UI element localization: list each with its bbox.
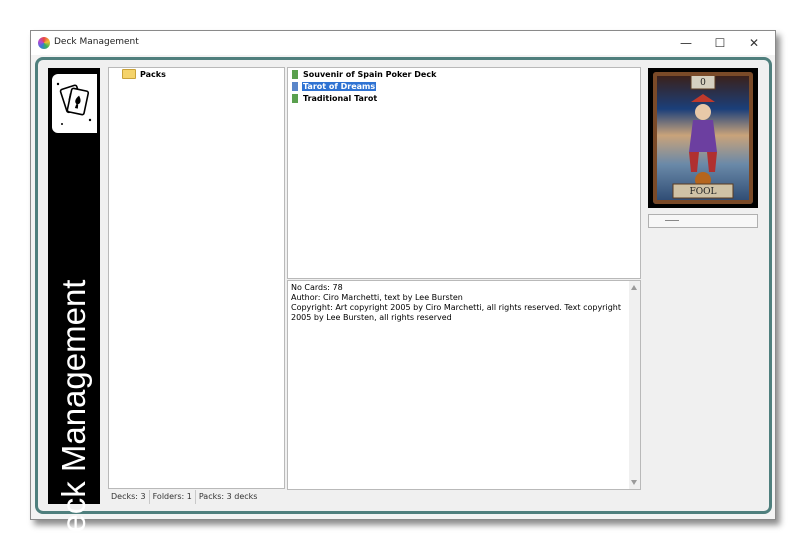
deck-icon — [292, 94, 298, 103]
status-bar: Decks: 3 Folders: 1 Packs: 3 decks — [108, 490, 640, 504]
card-size-slider[interactable] — [648, 214, 758, 228]
status-folders: Folders: 1 — [150, 490, 196, 504]
deck-list-item[interactable]: Souvenir of Spain Poker Deck — [292, 69, 437, 80]
minimize-button[interactable]: — — [671, 34, 701, 52]
deck-list[interactable]: Souvenir of Spain Poker Deck Tarot of Dr… — [287, 67, 641, 279]
info-scrollbar[interactable] — [629, 281, 640, 489]
close-button[interactable]: ✕ — [739, 34, 769, 52]
sidebar: Deck Management — [48, 68, 100, 556]
author: Author: Ciro Marchetti, text by Lee Burs… — [291, 293, 463, 302]
deck-list-item-selected[interactable]: Tarot of Dreams — [292, 81, 377, 92]
card-preview: 0 FOOL — [648, 68, 758, 208]
tree-item-label: Packs — [140, 69, 166, 79]
app-icon — [38, 37, 50, 49]
status-packs: Packs: 3 decks — [198, 492, 258, 501]
folder-tree[interactable]: Packs — [108, 67, 285, 489]
title-bar[interactable]: Deck Management — ☐ ✕ — [31, 31, 775, 55]
window-title: Deck Management — [54, 37, 139, 47]
deck-label: Tarot of Dreams — [302, 82, 377, 91]
status-decks: Decks: 3 — [108, 490, 150, 504]
scroll-down-icon[interactable] — [631, 480, 637, 485]
sidebar-title: Deck Management — [55, 279, 92, 557]
deck-info-text: No Cards: 78 Author: Ciro Marchetti, tex… — [291, 283, 621, 323]
folder-icon — [122, 69, 136, 79]
deck-list-item[interactable]: Traditional Tarot — [292, 93, 378, 104]
deck-icon — [292, 70, 298, 79]
card-image: 0 FOOL — [653, 72, 753, 204]
deck-info-panel[interactable]: No Cards: 78 Author: Ciro Marchetti, tex… — [287, 280, 641, 490]
maximize-button[interactable]: ☐ — [705, 34, 735, 52]
card-count: No Cards: 78 — [291, 283, 343, 292]
tree-item-packs[interactable]: Packs — [122, 69, 166, 79]
copyright: Copyright: Art copyright 2005 by Ciro Ma… — [291, 303, 621, 322]
playing-cards-icon — [52, 74, 97, 133]
main-frame: Deck Management Packs Souvenir of Spain … — [35, 57, 772, 556]
deck-label: Traditional Tarot — [303, 94, 378, 103]
slider-thumb[interactable] — [665, 220, 679, 221]
deck-label: Souvenir of Spain Poker Deck — [303, 70, 437, 79]
deck-icon — [292, 82, 298, 91]
scroll-up-icon[interactable] — [631, 285, 637, 290]
card-frame — [653, 72, 753, 204]
deck-management-window: Deck Management — ☐ ✕ Deck Management Pa… — [30, 30, 776, 556]
